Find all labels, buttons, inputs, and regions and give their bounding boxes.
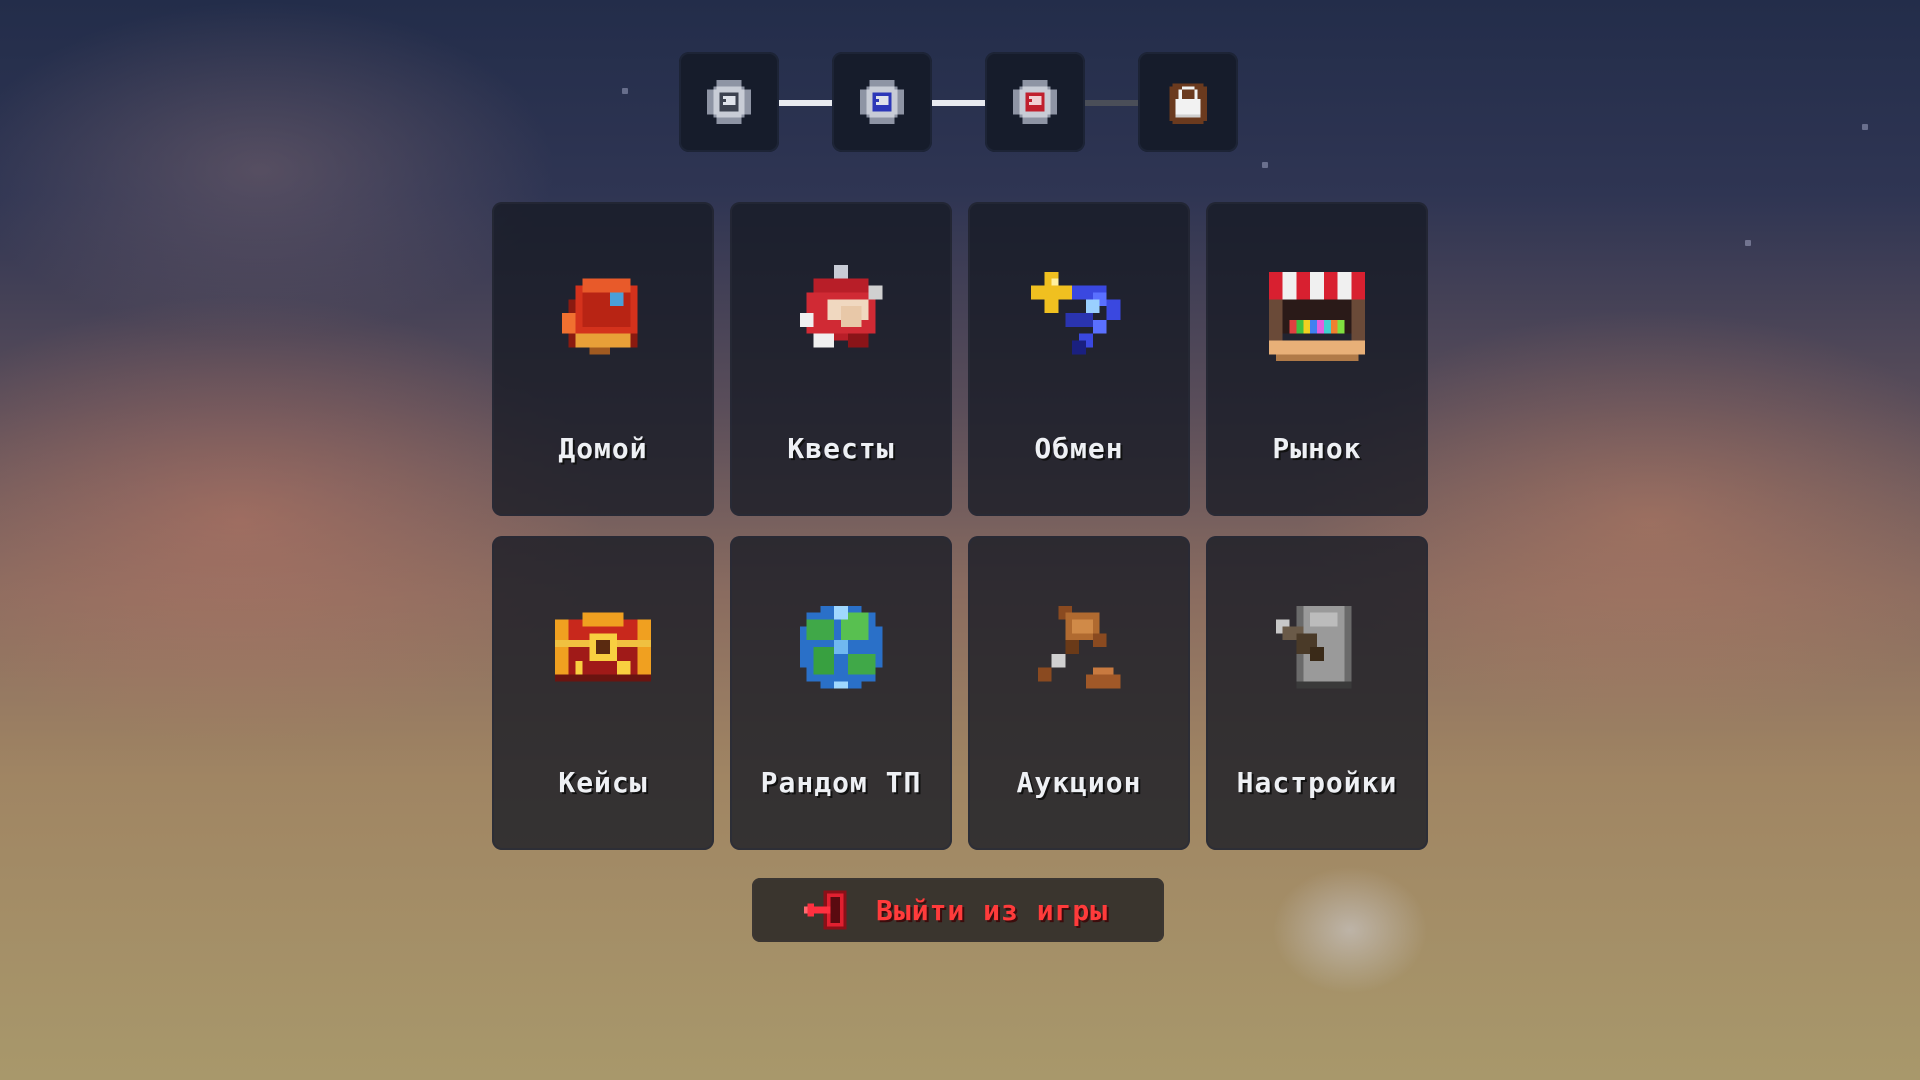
background-star bbox=[1862, 124, 1868, 130]
menu-item-random-tp[interactable]: Рандом ТП bbox=[730, 536, 952, 850]
menu-item-label: Обмен bbox=[1034, 432, 1124, 465]
rank-silver-icon bbox=[707, 80, 751, 124]
rank-node-red[interactable] bbox=[985, 52, 1085, 152]
rank-progress bbox=[679, 52, 1239, 154]
progress-link bbox=[932, 100, 985, 106]
menu-item-label: Домой bbox=[558, 432, 648, 465]
menu-item-cases[interactable]: Кейсы bbox=[492, 536, 714, 850]
rank-node-blue[interactable] bbox=[832, 52, 932, 152]
exit-door-icon bbox=[804, 890, 847, 930]
menu-item-label: Аукцион bbox=[1016, 766, 1142, 799]
random-tp-globe-icon bbox=[799, 605, 883, 689]
menu-item-market[interactable]: Рынок bbox=[1206, 202, 1428, 516]
rank-red-icon bbox=[1013, 80, 1057, 124]
menu-item-label: Квесты bbox=[787, 432, 895, 465]
menu-item-label: Рандом ТП bbox=[760, 766, 922, 799]
progress-link-locked bbox=[1085, 100, 1138, 106]
menu-item-home[interactable]: Домой bbox=[492, 202, 714, 516]
menu-item-label: Настройки bbox=[1236, 766, 1398, 799]
menu-item-label: Рынок bbox=[1272, 432, 1362, 465]
quests-scroll-icon bbox=[799, 264, 883, 348]
menu-item-label: Кейсы bbox=[558, 766, 648, 799]
rank-node-silver[interactable] bbox=[679, 52, 779, 152]
progress-link bbox=[779, 100, 832, 106]
lock-icon bbox=[1169, 83, 1207, 124]
background-star bbox=[1745, 240, 1751, 246]
home-book-icon bbox=[561, 278, 638, 355]
exit-game-label: Выйти из игры bbox=[876, 893, 1109, 927]
rank-node-locked[interactable] bbox=[1138, 52, 1238, 152]
menu-item-settings[interactable]: Настройки bbox=[1206, 536, 1428, 850]
background-star bbox=[622, 88, 628, 94]
auction-gavel-icon bbox=[1037, 605, 1121, 689]
trade-arrows-icon bbox=[1030, 271, 1121, 355]
cases-chest-icon bbox=[554, 612, 652, 682]
menu-item-auction[interactable]: Аукцион bbox=[968, 536, 1190, 850]
exit-game-button[interactable]: Выйти из игры bbox=[752, 878, 1164, 942]
menu-item-trade[interactable]: Обмен bbox=[968, 202, 1190, 516]
menu-item-quests[interactable]: Квесты bbox=[730, 202, 952, 516]
rank-blue-icon bbox=[860, 80, 904, 124]
settings-anvil-icon bbox=[1275, 605, 1352, 689]
background-star bbox=[1262, 162, 1268, 168]
market-stall-icon bbox=[1268, 271, 1366, 362]
